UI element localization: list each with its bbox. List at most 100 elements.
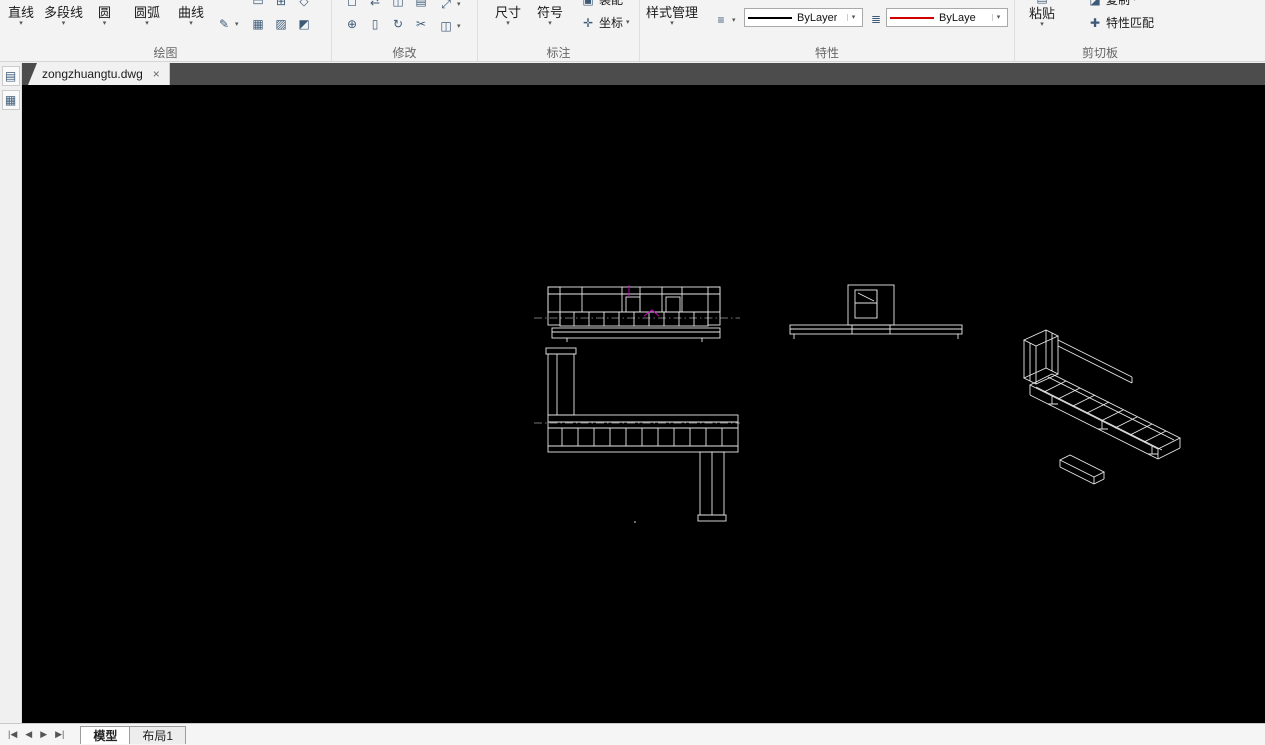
copy-button-label: 复制	[1106, 0, 1131, 7]
next-tab-icon[interactable]: ▶	[36, 729, 51, 740]
chevron-down-icon[interactable]	[626, 19, 630, 26]
tab-model[interactable]: 模型	[80, 725, 131, 744]
coordinate-button[interactable]: 坐标	[580, 14, 630, 31]
chevron-down-icon[interactable]	[103, 20, 107, 27]
chevron-down-icon[interactable]	[62, 20, 66, 27]
hatch-tool-button[interactable]	[271, 14, 291, 34]
close-icon[interactable]: ×	[153, 67, 160, 81]
dimension-button[interactable]: 尺寸	[495, 5, 521, 27]
grid-tool-button[interactable]	[271, 0, 291, 11]
line-button-label: 直线	[8, 5, 35, 20]
style-manager-button[interactable]: 样式管理	[646, 5, 698, 27]
ribbon-group-modify: 修改	[332, 0, 478, 61]
ribbon-group-properties: 样式管理 ByLayer ByLayer 特性	[640, 0, 1015, 61]
trim-tool-button[interactable]	[411, 14, 431, 34]
paste-button[interactable]: 粘贴	[1029, 0, 1055, 28]
move-tool-button[interactable]	[342, 14, 362, 34]
chevron-down-icon[interactable]	[457, 1, 461, 8]
polygon-icon	[296, 0, 312, 9]
tab-layout1[interactable]: 布局1	[129, 725, 187, 744]
arc-button[interactable]: 圆弧	[134, 5, 160, 27]
document-title: zongzhuangtu.dwg	[42, 67, 143, 81]
color-value: ByLayer	[939, 11, 976, 24]
circle-button-label: 圆	[98, 5, 112, 20]
chevron-down-icon[interactable]	[189, 20, 193, 27]
erase-tool-button[interactable]	[342, 0, 362, 11]
drawing-frame-tool-button[interactable]: ▤	[1, 66, 20, 86]
match-properties-icon	[1087, 15, 1103, 31]
selection-highlight	[628, 285, 660, 317]
previous-tab-icon[interactable]: ◀	[21, 729, 36, 740]
pattern-icon	[250, 16, 266, 32]
modify-dropdown-2[interactable]	[438, 18, 461, 34]
left-tool-strip: ▤ ▦	[0, 63, 22, 723]
eraser-icon	[344, 0, 360, 9]
paint-bucket-icon	[296, 16, 312, 32]
chevron-down-icon[interactable]	[732, 17, 736, 24]
pencil-icon	[216, 16, 232, 32]
hatch-icon	[273, 16, 289, 32]
chevron-down-icon[interactable]	[235, 21, 239, 28]
grid-icon	[273, 0, 289, 9]
chevron-down-icon[interactable]	[19, 20, 23, 27]
tab-model-label: 模型	[93, 728, 118, 743]
copy-button[interactable]: 复制	[1087, 0, 1137, 8]
first-tab-icon[interactable]: |◀	[4, 729, 21, 740]
copy-object-tool-button[interactable]	[365, 14, 385, 34]
match-properties-button[interactable]: 特性匹配	[1087, 14, 1154, 31]
assembly-button-label: 装配	[599, 0, 624, 7]
lineweight-icon[interactable]	[868, 11, 884, 27]
color-combobox[interactable]: ByLayer	[886, 8, 1008, 27]
fill-tool-button[interactable]	[294, 14, 314, 34]
chevron-down-icon[interactable]	[1040, 21, 1044, 28]
chevron-down-icon[interactable]	[992, 14, 1004, 21]
rectangle-tool-button[interactable]	[248, 0, 268, 11]
symbol-button[interactable]: 符号	[537, 5, 563, 27]
drawing-canvas[interactable]	[22, 85, 1265, 723]
linetype-icon	[713, 12, 729, 28]
chevron-down-icon[interactable]	[506, 20, 510, 27]
library-icon: ▦	[4, 93, 17, 107]
library-tool-button[interactable]: ▦	[1, 90, 20, 110]
chevron-down-icon[interactable]	[1133, 0, 1137, 3]
polyline-button-label: 多段线	[44, 5, 84, 20]
line-button[interactable]: 直线	[8, 5, 34, 27]
chevron-down-icon[interactable]	[457, 23, 461, 30]
cad-drawing	[534, 284, 1182, 523]
offset-tool-button[interactable]	[388, 0, 408, 11]
chevron-down-icon[interactable]	[670, 20, 674, 27]
polygon-tool-button[interactable]	[294, 0, 314, 11]
mirror-tool-button[interactable]	[365, 0, 385, 11]
chevron-down-icon[interactable]	[145, 20, 149, 27]
annotate-group-label: 标注	[546, 46, 571, 60]
copy-icon	[1087, 0, 1103, 8]
spline-button[interactable]: 曲线	[178, 5, 204, 27]
lineweight-sample-line	[748, 16, 792, 19]
document-tab[interactable]: zongzhuangtu.dwg ×	[28, 63, 170, 85]
array-tool-button[interactable]	[411, 0, 431, 11]
assembly-button[interactable]: 装配	[580, 0, 623, 8]
pattern-tool-button[interactable]	[248, 14, 268, 34]
chevron-down-icon[interactable]	[847, 14, 859, 21]
front-view	[534, 286, 740, 342]
lineweight-combobox[interactable]: ByLayer	[744, 8, 863, 27]
style-manager-label: 样式管理	[646, 5, 699, 20]
modify-dropdown-1[interactable]	[438, 0, 461, 12]
isometric-view	[1022, 329, 1182, 485]
sketch-button[interactable]	[216, 16, 239, 32]
plan-view	[534, 347, 740, 523]
sheet-tab-bar: |◀ ◀ ▶ ▶| 模型 布局1	[0, 723, 1265, 745]
circle-button[interactable]: 圆	[98, 5, 111, 27]
ribbon-group-clipboard: 粘贴 复制 特性匹配 剪切板	[1015, 0, 1185, 61]
rotate-tool-button[interactable]	[388, 14, 408, 34]
polyline-button[interactable]: 多段线	[44, 5, 83, 27]
linetype-dropdown[interactable]	[713, 12, 736, 28]
coordinate-button-label: 坐标	[599, 16, 624, 30]
array-icon	[413, 0, 429, 9]
move-icon	[344, 16, 360, 32]
drawing-frame-icon: ▤	[4, 69, 17, 83]
rotate-icon	[390, 16, 406, 32]
last-tab-icon[interactable]: ▶|	[51, 729, 68, 740]
chevron-down-icon[interactable]	[548, 20, 552, 27]
scale-icon	[438, 0, 454, 12]
